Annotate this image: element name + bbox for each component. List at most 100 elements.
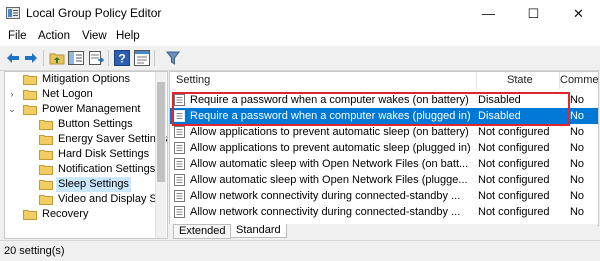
properties-icon[interactable] [133,49,151,67]
folder-icon [23,90,37,100]
tab-standard[interactable]: Standard [230,224,287,238]
comment-cell: No [569,142,585,154]
help-icon[interactable]: ? [113,49,131,67]
column-header-state-label: State [507,74,533,86]
forward-arrow-icon[interactable] [22,49,40,67]
table-row[interactable]: Allow automatic sleep with Open Network … [170,156,598,172]
navigation-tree[interactable]: Mitigation Options › Net Logon ⌄ Power Manag… [4,71,168,239]
folder-icon [39,135,53,145]
column-header-comment[interactable]: Comment [560,72,598,89]
tree-item[interactable]: › Net Logon [5,87,165,102]
folder-icon [39,180,53,190]
export-list-icon[interactable] [87,49,105,67]
policy-setting-icon [174,174,185,186]
tree-item[interactable]: Hard Disk Settings [5,147,165,162]
tree-item[interactable]: Recovery [5,207,165,222]
setting-cell: Allow applications to prevent automatic … [190,142,471,154]
comment-cell: No [569,174,585,186]
state-cell: Not configured [478,158,550,170]
status-text: 20 setting(s) [4,245,65,257]
back-arrow-icon[interactable] [4,49,22,67]
tree-item-label: Notification Settings [58,163,156,175]
tree-item[interactable]: Button Settings [5,117,165,132]
folder-icon [23,210,37,220]
table-row[interactable]: Allow automatic sleep with Open Network … [170,172,598,188]
state-cell: Not configured [478,142,550,154]
setting-cell: Allow automatic sleep with Open Network … [190,158,469,170]
comment-cell: No [569,158,585,170]
folder-icon [39,165,53,175]
tree-item[interactable]: Sleep Settings [5,177,165,192]
toolbar-separator [108,50,109,66]
toolbar: ? [0,46,600,71]
status-bar: 20 setting(s) [0,240,600,261]
menu-bar: File Action View Help [0,27,600,46]
close-button[interactable]: ✕ [556,0,600,27]
table-row[interactable]: Allow applications to prevent automatic … [170,124,598,140]
chevron-right-icon[interactable]: › [7,87,17,102]
folder-icon [39,120,53,130]
title-bar: Local Group Policy Editor — ☐ ✕ [0,0,600,27]
filter-icon[interactable] [164,49,182,67]
state-cell: Not configured [478,206,550,218]
group-policy-app-icon [6,7,20,19]
view-tabs: Extended Standard [169,224,597,239]
policy-setting-icon [174,126,185,138]
tree-scrollbar[interactable] [155,72,166,238]
setting-cell: Allow network connectivity during connec… [190,190,461,202]
table-row[interactable]: Allow network connectivity during connec… [170,188,598,204]
folder-icon [23,105,37,115]
tree-item-label: Energy Saver Settings [58,133,168,145]
show-hide-tree-icon[interactable] [67,49,85,67]
minimize-button[interactable]: — [466,0,511,27]
state-cell: Not configured [478,174,550,186]
tree-item-label: Power Management [42,103,141,115]
setting-cell: Allow applications to prevent automatic … [190,126,469,138]
menu-file[interactable]: File [8,30,27,42]
toolbar-separator [43,50,44,66]
svg-text:?: ? [118,52,125,66]
menu-action[interactable]: Action [38,30,70,42]
tree-scrollbar-thumb[interactable] [157,82,165,182]
state-cell: Not configured [478,126,550,138]
column-header-setting[interactable]: Setting [170,72,477,89]
menu-view[interactable]: View [82,30,107,42]
tree-item-label: Button Settings [58,118,133,130]
tree-item[interactable]: Energy Saver Settings [5,132,168,147]
folder-up-icon[interactable] [48,49,66,67]
folder-icon [23,75,37,85]
comment-cell: No [569,206,585,218]
column-header-comment-label: Comment [560,74,599,86]
tab-extended[interactable]: Extended [173,224,232,239]
highlight-box [172,92,570,126]
tree-item-label: Mitigation Options [42,73,131,85]
folder-icon [39,150,53,160]
comment-cell: No [569,126,585,138]
policy-setting-icon [174,142,185,154]
tree-item[interactable]: Notification Settings [5,162,165,177]
menu-help[interactable]: Help [116,30,140,42]
state-cell: Not configured [478,190,550,202]
setting-cell: Allow network connectivity during connec… [190,206,461,218]
folder-icon [39,195,53,205]
table-row[interactable]: Allow network connectivity during connec… [170,204,598,220]
tree-item-label: Sleep Settings [56,177,131,192]
sort-up-icon: ^ [513,75,517,84]
window-title: Local Group Policy Editor [26,6,162,20]
tree-item[interactable]: Video and Display Set [5,192,167,207]
tree-item-label: Recovery [42,208,89,220]
toolbar-separator [154,50,155,66]
column-header-state[interactable]: ^ State [477,72,560,89]
tree-item-label: Video and Display Set [58,193,167,205]
tree-item[interactable]: Mitigation Options [5,72,165,87]
tree-item[interactable]: ⌄ Power Management [5,102,165,117]
setting-cell: Allow automatic sleep with Open Network … [190,174,468,186]
maximize-button[interactable]: ☐ [511,0,556,27]
table-row[interactable]: Allow applications to prevent automatic … [170,140,598,156]
chevron-down-icon[interactable]: ⌄ [7,102,17,117]
comment-cell: No [569,190,585,202]
policy-setting-icon [174,190,185,202]
policy-setting-icon [174,158,185,170]
policy-setting-icon [174,206,185,218]
tree-item-label: Net Logon [42,88,93,100]
